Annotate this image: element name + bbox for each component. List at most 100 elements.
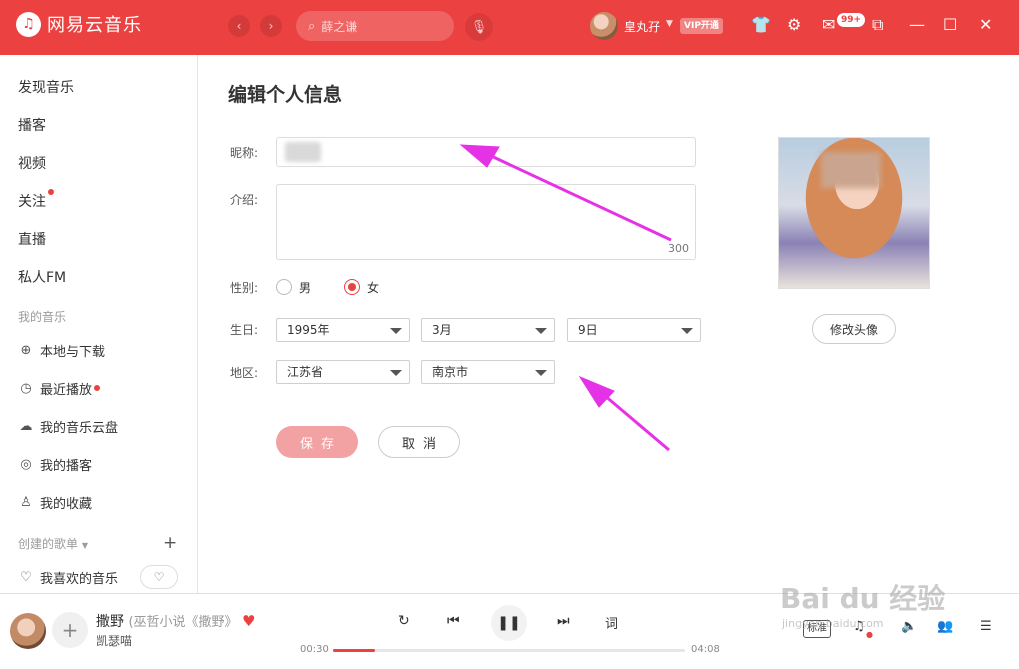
selected-value: 南京市 <box>432 365 469 379</box>
sidebar-item-fm[interactable]: 私人FM <box>18 267 66 287</box>
search-icon: ⌕ <box>308 18 316 34</box>
progress-slider[interactable] <box>333 649 685 652</box>
liked-heart-icon[interactable]: ♥ <box>242 612 255 630</box>
sidebar-item-recent[interactable]: ◷ 最近播放 <box>18 379 101 398</box>
created-playlists-label: 创建的歌单 <box>18 537 79 551</box>
app-logo[interactable]: ♫ 网易云音乐 <box>16 11 142 37</box>
download-icon: ⊕ <box>20 343 32 358</box>
change-avatar-button[interactable]: 修改头像 <box>812 314 896 344</box>
playlist-icon[interactable]: ☰ <box>980 619 992 634</box>
netease-logo-icon: ♫ <box>16 11 41 37</box>
sound-effect-icon[interactable]: ♫ <box>853 619 865 634</box>
sidebar-item-label: 我的播客 <box>40 459 93 474</box>
heart-icon: ♡ <box>20 570 32 585</box>
sidebar: 发现音乐 播客 视频 关注 直播 私人FM 我的音乐 ⊕ 本地与下载 ◷ 最近播… <box>0 55 198 593</box>
intro-textarea[interactable]: 300 <box>276 184 696 260</box>
user-avatar[interactable] <box>590 12 618 40</box>
caret-down-icon <box>390 328 402 334</box>
intro-label: 介绍: <box>230 193 259 207</box>
birthday-month-select[interactable]: 3月 <box>421 318 555 342</box>
add-to-playlist-button[interactable]: + <box>52 612 88 648</box>
quality-button[interactable]: 标准 <box>803 620 831 638</box>
minimize-icon[interactable]: — <box>909 15 925 34</box>
vip-badge[interactable]: VIP开通 <box>680 18 723 34</box>
sidebar-item-local[interactable]: ⊕ 本地与下载 <box>18 341 105 360</box>
sidebar-item-discover[interactable]: 发现音乐 <box>18 77 74 97</box>
artist-name[interactable]: 凯瑟喵 <box>96 632 132 649</box>
maximize-icon[interactable]: ☐ <box>943 15 957 34</box>
gender-label: 性别: <box>230 281 259 295</box>
collection-icon: ♙ <box>20 495 32 510</box>
region-province-select[interactable]: 江苏省 <box>276 360 410 384</box>
username[interactable]: 皇丸孖 <box>624 18 660 35</box>
heart-icon: ♡ <box>153 570 165 584</box>
region-city-select[interactable]: 南京市 <box>421 360 555 384</box>
edit-profile-panel: 编辑个人信息 昵称: 介绍: 300 性别: 男 女 生日: 1995年 3月 … <box>199 55 1019 593</box>
now-playing-title[interactable]: 撒野 (巫哲小说《撒野》 ♥ <box>96 611 255 631</box>
sidebar-item-follow[interactable]: 关注 <box>18 189 54 211</box>
save-button[interactable]: 保存 <box>276 426 358 458</box>
sidebar-item-cloud[interactable]: ☁ 我的音乐云盘 <box>18 417 119 436</box>
gender-female-radio[interactable] <box>344 279 360 295</box>
selected-value: 3月 <box>432 323 452 337</box>
sidebar-item-live[interactable]: 直播 <box>18 229 46 249</box>
gender-female-label[interactable]: 女 <box>367 279 379 296</box>
pause-icon: ❚❚ <box>497 615 521 631</box>
lyrics-button[interactable]: 词 <box>605 613 618 632</box>
page-title: 编辑个人信息 <box>228 84 343 106</box>
birthday-year-select[interactable]: 1995年 <box>276 318 410 342</box>
pause-button[interactable]: ❚❚ <box>491 605 527 641</box>
created-playlists-header[interactable]: 创建的歌单 ▼ <box>18 535 88 552</box>
sidebar-item-label: 最近播放 <box>40 383 93 398</box>
progress-fill <box>333 649 376 652</box>
sq-badge-icon: ● <box>866 630 873 639</box>
sidebar-item-favorites[interactable]: ♡ 我喜欢的音乐 <box>18 568 118 587</box>
sidebar-item-label: 关注 <box>18 194 46 210</box>
sidebar-item-my-podcast[interactable]: ◎ 我的播客 <box>18 455 92 474</box>
mini-mode-icon[interactable]: ⧉ <box>872 15 883 35</box>
chevron-left-icon: ‹ <box>236 19 242 33</box>
next-track-icon[interactable]: ⏭ <box>557 613 570 629</box>
message-count-badge: 99+ <box>837 13 866 27</box>
current-time: 00:30 <box>300 644 329 655</box>
repeat-icon[interactable]: ↻ <box>398 613 410 629</box>
birthday-day-select[interactable]: 9日 <box>567 318 701 342</box>
mail-icon[interactable]: ✉ <box>822 15 835 34</box>
caret-down-icon <box>535 370 547 376</box>
annotation-arrow-region <box>603 393 670 452</box>
song-title: 撒野 <box>96 614 124 630</box>
close-icon[interactable]: ✕ <box>979 15 992 34</box>
voice-search-button[interactable]: 🎙 <box>465 13 493 41</box>
skin-icon[interactable]: 👕 <box>751 15 771 34</box>
selected-value: 江苏省 <box>287 365 324 379</box>
plus-icon: + <box>61 618 79 642</box>
cancel-button[interactable]: 取消 <box>378 426 460 458</box>
search-input[interactable]: ⌕ 薛之谦 <box>296 11 454 41</box>
sidebar-item-podcast[interactable]: 播客 <box>18 115 46 135</box>
app-name: 网易云音乐 <box>47 15 142 36</box>
heartbeat-mode-button[interactable]: ♡ <box>140 565 178 589</box>
region-label: 地区: <box>230 366 259 380</box>
selected-value: 1995年 <box>287 323 330 337</box>
nickname-input[interactable] <box>276 137 696 167</box>
listen-together-icon[interactable]: 👥 <box>937 619 953 634</box>
sidebar-item-label: 我的收藏 <box>40 497 93 512</box>
sidebar-item-video[interactable]: 视频 <box>18 153 46 173</box>
cloud-icon: ☁ <box>19 419 33 434</box>
previous-track-icon[interactable]: ⏮ <box>447 613 460 629</box>
back-button[interactable]: ‹ <box>228 15 250 37</box>
sidebar-item-collection[interactable]: ♙ 我的收藏 <box>18 493 92 512</box>
add-playlist-icon[interactable]: + <box>163 533 177 553</box>
volume-icon[interactable]: 🔈 <box>901 619 917 634</box>
gender-male-radio[interactable] <box>276 279 292 295</box>
search-placeholder: 薛之谦 <box>321 19 358 34</box>
gear-icon[interactable]: ⚙ <box>787 15 801 34</box>
annotation-arrowhead-region <box>578 375 615 408</box>
caret-down-icon <box>390 370 402 376</box>
album-cover[interactable] <box>10 613 46 649</box>
gender-male-label[interactable]: 男 <box>299 279 311 296</box>
forward-button[interactable]: › <box>260 15 282 37</box>
caret-down-icon[interactable]: ▼ <box>666 19 673 29</box>
blurred-nickname <box>285 142 321 162</box>
selected-value: 9日 <box>578 323 598 337</box>
